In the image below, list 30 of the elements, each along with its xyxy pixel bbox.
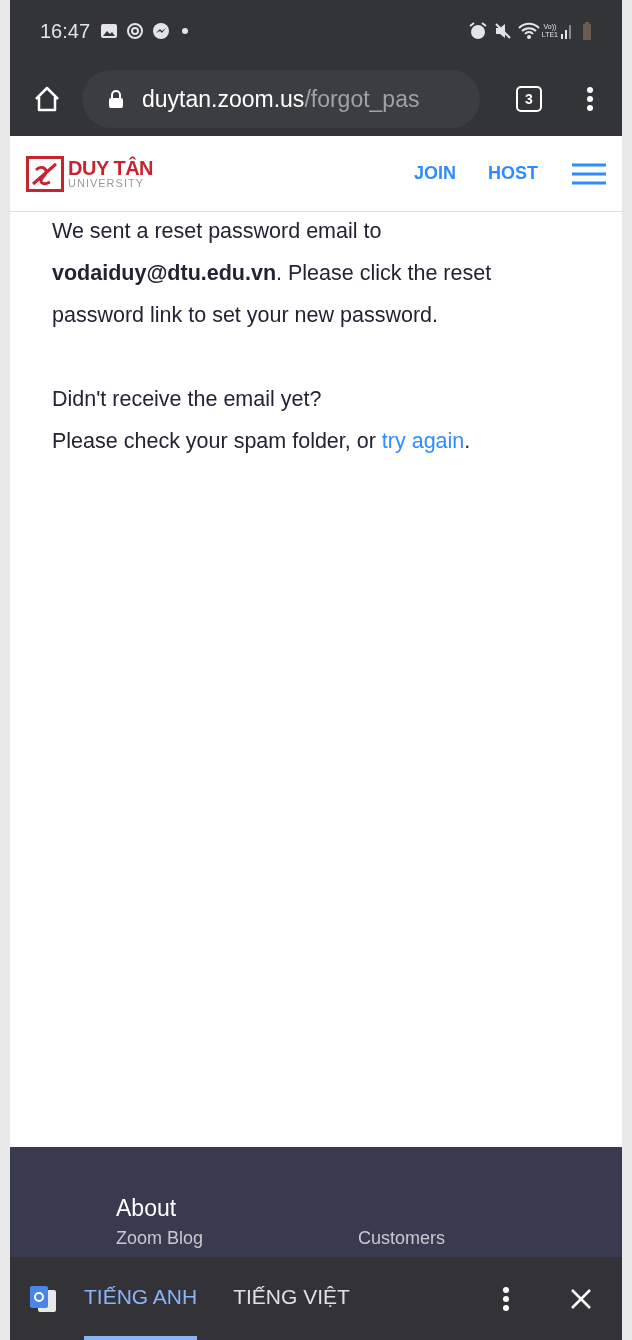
logo-icon: [26, 155, 64, 192]
footer-heading: About: [116, 1194, 178, 1223]
logo-subtitle: UNIVERSITY: [68, 178, 145, 189]
alarm-icon: [467, 22, 488, 40]
more-icon[interactable]: [502, 1285, 510, 1312]
wifi-icon: [517, 22, 540, 40]
menu-icon[interactable]: [572, 162, 606, 185]
confirmation-message: We sent a reset password email to vodaiduy@dtu.edu.vn. Please click the reset password link to set your new password.: [52, 218, 493, 329]
close-icon[interactable]: [570, 1287, 592, 1310]
url-text: duytan.zoom.us/forgot_pas: [142, 84, 420, 114]
language-tab[interactable]: TIẾNG VIỆT: [233, 1257, 350, 1340]
translate-icon: [28, 1283, 58, 1314]
status-time: 16:47: [40, 19, 91, 44]
battery-icon: [582, 22, 592, 40]
more-icon[interactable]: [586, 86, 594, 112]
address-bar[interactable]: duytan.zoom.us/forgot_pas: [82, 70, 480, 128]
mute-icon: [493, 22, 512, 40]
dot-icon: [182, 28, 189, 34]
tab-count[interactable]: 3: [516, 86, 542, 112]
site-logo[interactable]: DUY TÂN UNIVERSITY: [26, 155, 154, 192]
logo-name: DUY TÂN: [68, 158, 154, 178]
lock-icon: [108, 89, 124, 109]
image-icon: [100, 23, 119, 39]
footer-link[interactable]: Zoom Blog: [116, 1227, 358, 1248]
help-text: Please check your spam folder, or try again.: [52, 428, 472, 455]
language-tab[interactable]: TIẾNG ANH: [84, 1257, 198, 1340]
signal-icon: [560, 22, 574, 40]
footer-link[interactable]: Customers: [358, 1227, 600, 1248]
question-text: Didn't receive the email yet?: [52, 386, 323, 413]
messenger-icon: [152, 22, 171, 40]
